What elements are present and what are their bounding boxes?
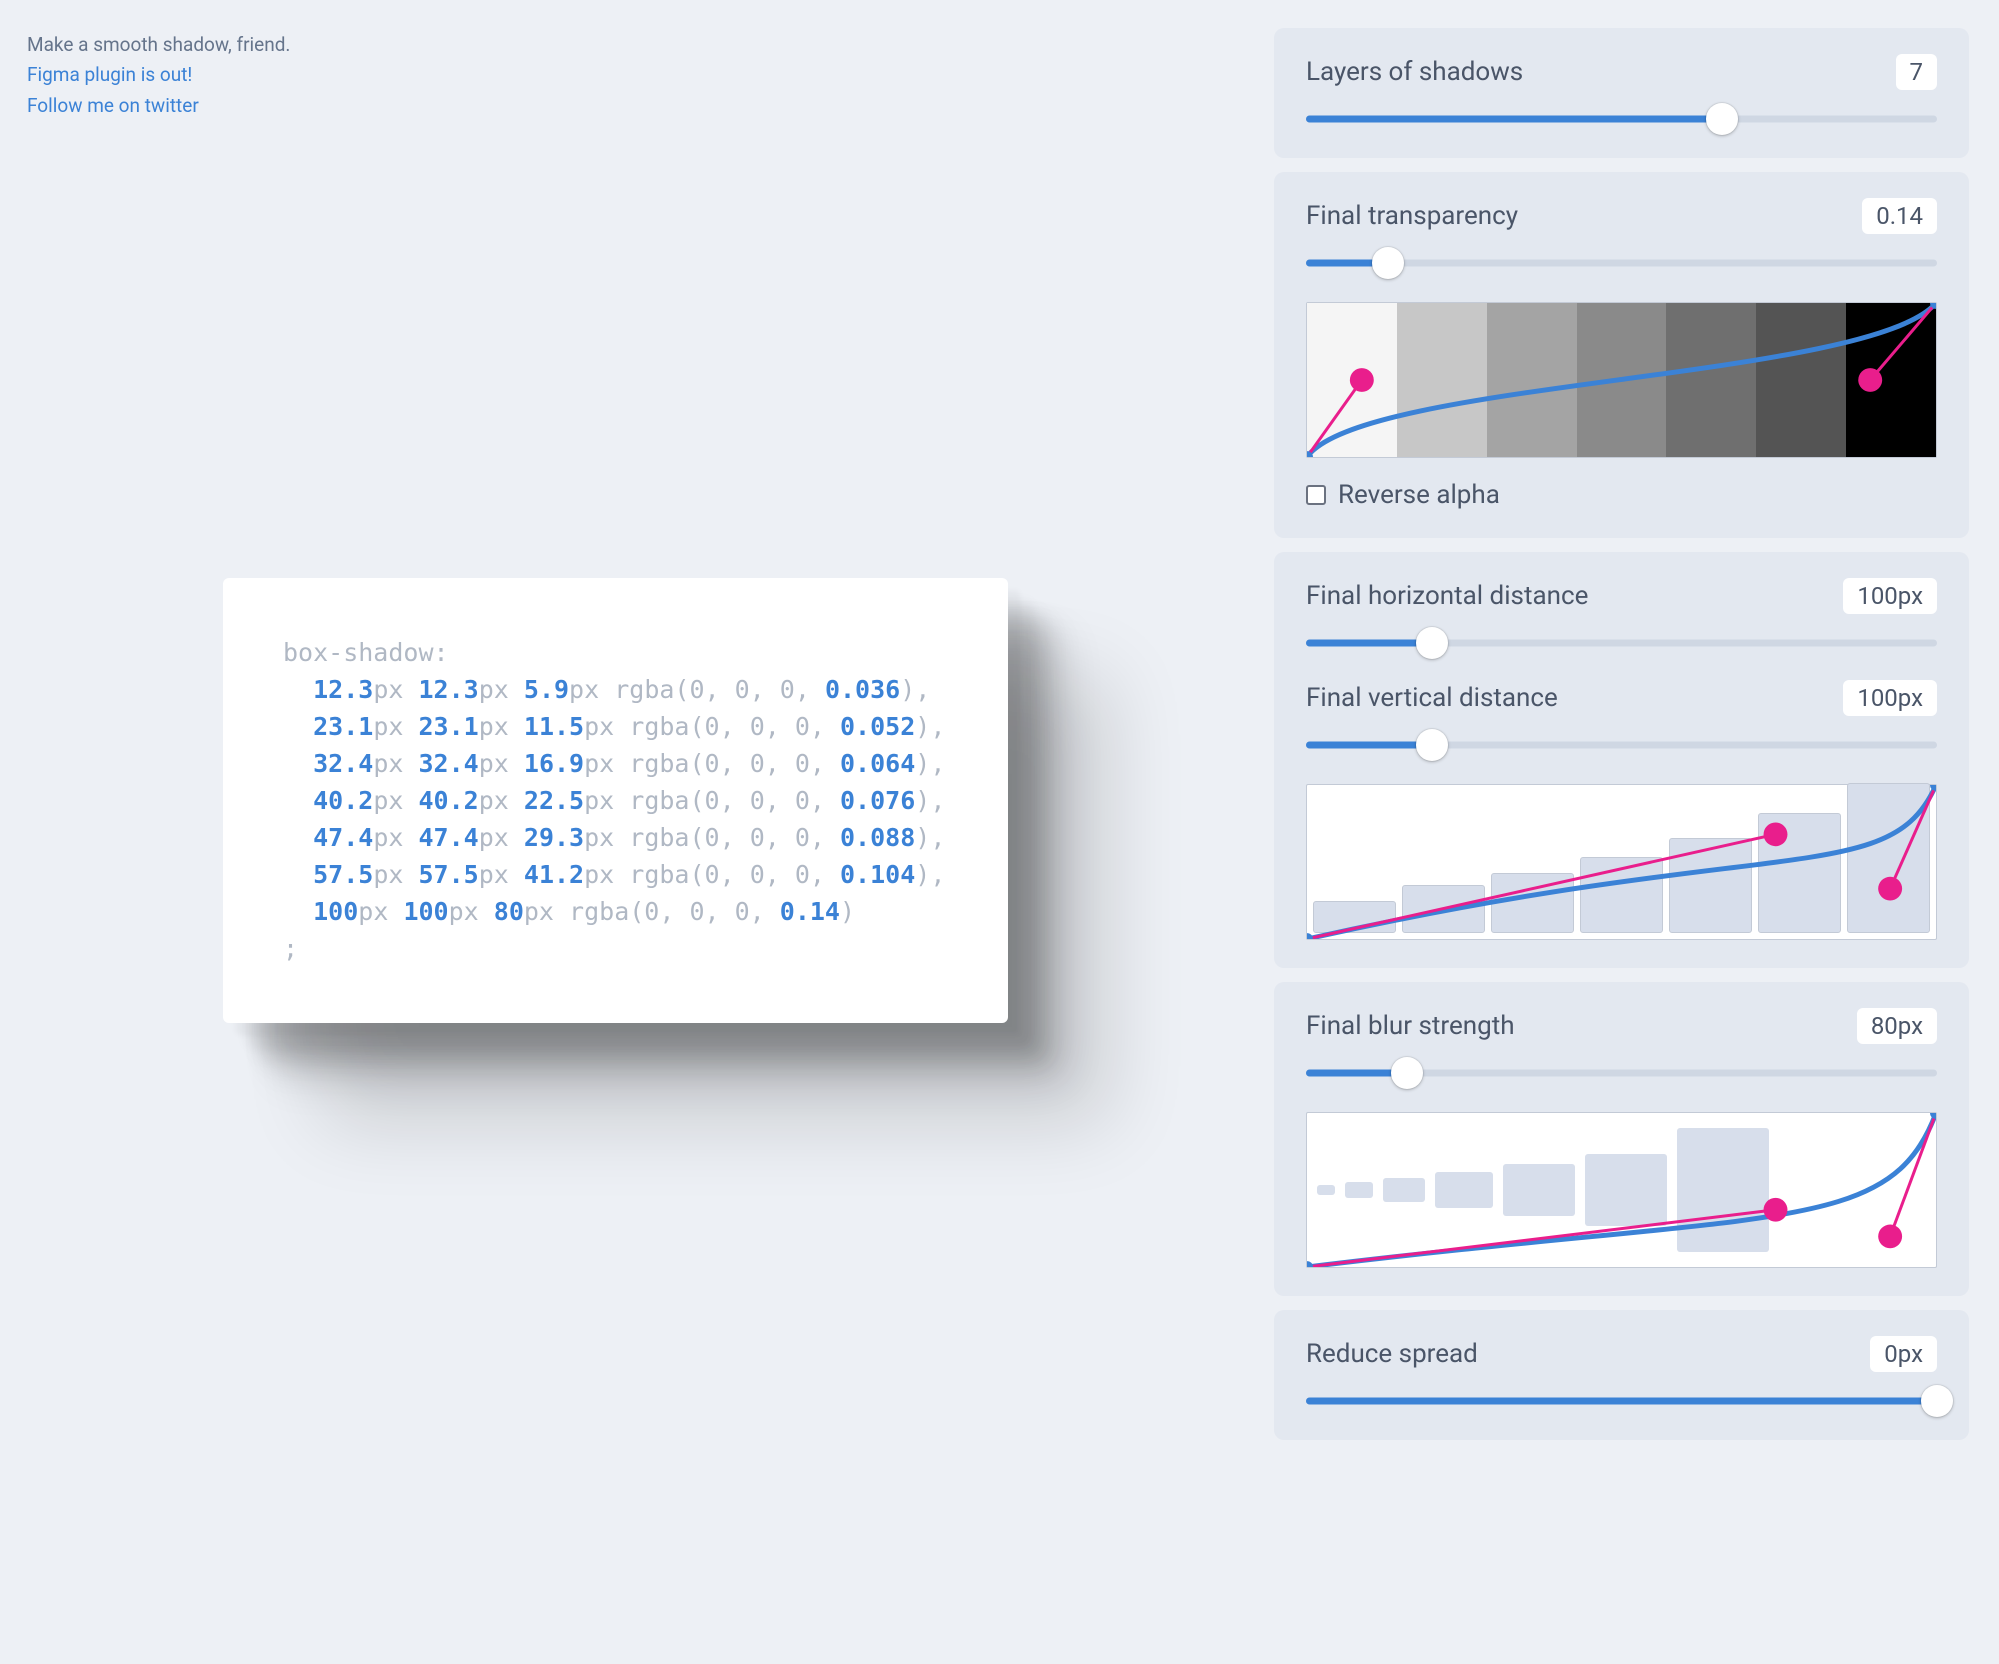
layers-label: Layers of shadows — [1306, 57, 1523, 87]
hdist-value: 100px — [1843, 578, 1937, 614]
layers-value: 7 — [1896, 54, 1938, 90]
blur-slider[interactable] — [1306, 1062, 1937, 1084]
vdist-slider[interactable] — [1306, 734, 1937, 756]
distance-easing-graph[interactable] — [1306, 784, 1937, 940]
layers-slider[interactable] — [1306, 108, 1937, 130]
shadow-preview-card: box-shadow: 12.3px 12.3px 5.9px rgba(0, … — [223, 578, 1008, 1023]
panel-blur: Final blur strength 80px — [1274, 982, 1969, 1296]
panel-transparency: Final transparency 0.14 Reverse alpha — [1274, 172, 1969, 538]
spread-slider[interactable] — [1306, 1390, 1937, 1412]
transparency-value: 0.14 — [1862, 198, 1937, 234]
reverse-alpha-label: Reverse alpha — [1338, 480, 1500, 510]
panel-spread: Reduce spread 0px — [1274, 1310, 1969, 1440]
blur-label: Final blur strength — [1306, 1011, 1515, 1041]
transparency-label: Final transparency — [1306, 201, 1518, 231]
transparency-slider[interactable] — [1306, 252, 1937, 274]
hdist-label: Final horizontal distance — [1306, 581, 1588, 611]
spread-value: 0px — [1870, 1336, 1937, 1372]
vdist-value: 100px — [1843, 680, 1937, 716]
css-code-block: box-shadow: 12.3px 12.3px 5.9px rgba(0, … — [283, 634, 948, 967]
transparency-easing-graph[interactable] — [1306, 302, 1937, 458]
hdist-slider[interactable] — [1306, 632, 1937, 654]
controls-sidebar: Layers of shadows 7 Final transparency 0… — [1274, 28, 1969, 1440]
vdist-label: Final vertical distance — [1306, 683, 1558, 713]
blur-value: 80px — [1857, 1008, 1937, 1044]
reverse-alpha-checkbox[interactable] — [1306, 485, 1326, 505]
panel-distance: Final horizontal distance 100px Final ve… — [1274, 552, 1969, 968]
panel-layers: Layers of shadows 7 — [1274, 28, 1969, 158]
preview-area: box-shadow: 12.3px 12.3px 5.9px rgba(0, … — [0, 0, 1265, 1664]
blur-easing-graph[interactable] — [1306, 1112, 1937, 1268]
spread-label: Reduce spread — [1306, 1339, 1478, 1369]
